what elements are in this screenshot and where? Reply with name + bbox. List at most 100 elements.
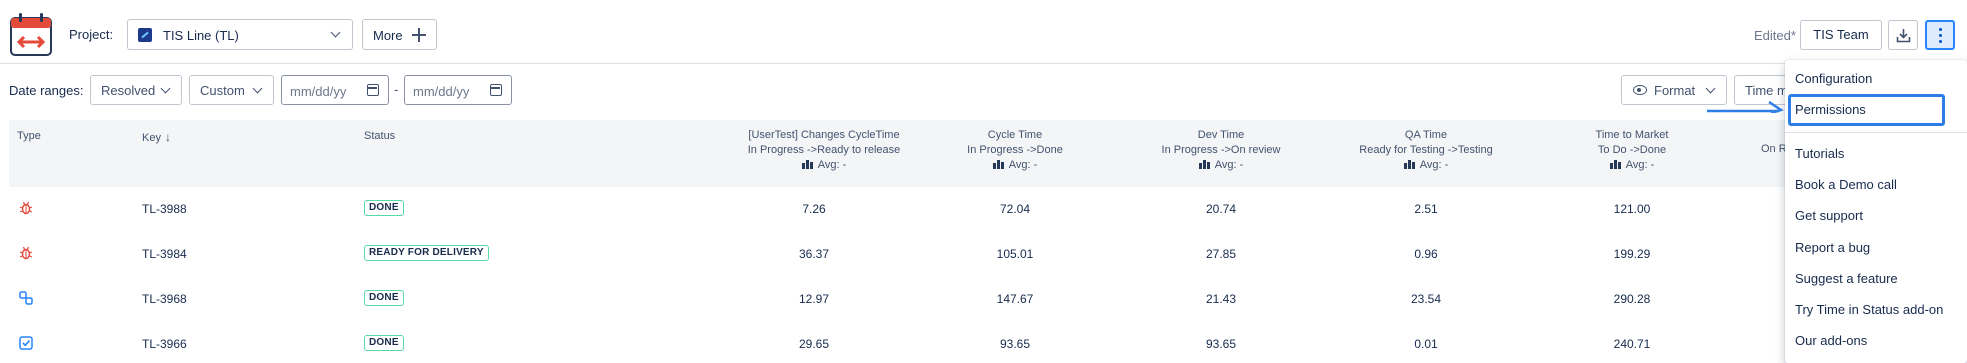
chevron-down-icon bbox=[1705, 83, 1716, 94]
kebab-dot-icon bbox=[1939, 40, 1942, 43]
menu-item-tutorials[interactable]: Tutorials bbox=[1795, 146, 1844, 161]
cell-value: 72.04 bbox=[999, 202, 1031, 216]
table-header: Type Key ↓ Status [UserTest] Changes Cycl… bbox=[9, 120, 1967, 187]
team-button[interactable]: TIS Team bbox=[1800, 20, 1882, 50]
table-row[interactable]: TL-3968 DONE 12.97 147.67 21.43 23.54 29… bbox=[9, 277, 1967, 322]
header-title: Dev Time bbox=[1197, 129, 1245, 141]
cell-value: 290.28 bbox=[1613, 292, 1651, 306]
menu-item-configuration[interactable]: Configuration bbox=[1795, 71, 1872, 86]
average-value: Avg: - bbox=[1625, 159, 1655, 171]
menu-item-get-support[interactable]: Get support bbox=[1795, 208, 1863, 223]
chevron-down-icon bbox=[252, 83, 263, 94]
header-title: Cycle Time bbox=[987, 129, 1043, 141]
header-subtitle: In Progress ->On review bbox=[1161, 144, 1281, 156]
more-options-button[interactable] bbox=[1925, 20, 1955, 50]
header-subtitle: To Do ->Done bbox=[1597, 144, 1667, 156]
column-header-key[interactable]: Key ↓ bbox=[142, 130, 171, 144]
cell-value: 2.51 bbox=[1414, 202, 1438, 216]
resolved-dropdown[interactable]: Resolved bbox=[90, 75, 182, 105]
cell-value: 27.85 bbox=[1205, 247, 1237, 261]
menu-item-suggest-feature[interactable]: Suggest a feature bbox=[1795, 271, 1898, 286]
cell-value: 36.37 bbox=[798, 247, 830, 261]
cell-value: 0.96 bbox=[1414, 247, 1438, 261]
date-from-placeholder: mm/dd/yy bbox=[290, 84, 347, 99]
plus-icon bbox=[412, 28, 426, 42]
menu-item-our-addons[interactable]: Our add-ons bbox=[1795, 333, 1867, 348]
column-header-status[interactable]: Status bbox=[364, 130, 395, 142]
issue-key-link[interactable]: TL-3988 bbox=[142, 202, 187, 216]
custom-dropdown[interactable]: Custom bbox=[189, 75, 274, 105]
project-icon bbox=[138, 28, 152, 42]
header-subtitle: In Progress ->Ready to release bbox=[747, 144, 901, 156]
project-label: Project: bbox=[69, 27, 114, 42]
cell-value: 147.67 bbox=[996, 292, 1034, 306]
chart-bars-icon bbox=[1198, 160, 1210, 169]
menu-divider bbox=[1785, 132, 1967, 133]
eye-icon bbox=[1633, 85, 1647, 95]
key-header-label: Key bbox=[142, 132, 161, 144]
issue-key-link[interactable]: TL-3966 bbox=[142, 337, 187, 351]
average-value: Avg: - bbox=[1214, 159, 1244, 171]
calendar-icon[interactable] bbox=[490, 84, 502, 96]
cell-value: 105.01 bbox=[996, 247, 1034, 261]
column-header-qa-time[interactable]: QA Time Ready for Testing ->Testing Avg:… bbox=[1326, 128, 1526, 173]
date-from-input[interactable]: mm/dd/yy bbox=[281, 75, 389, 105]
status-badge: DONE bbox=[364, 200, 404, 216]
cell-value: 0.01 bbox=[1414, 337, 1438, 351]
header-title: [UserTest] Changes CycleTime bbox=[748, 129, 900, 141]
column-header-cycle-time[interactable]: Cycle Time In Progress ->Done Avg: - bbox=[915, 128, 1115, 173]
column-header-partial[interactable]: On R bbox=[1761, 143, 1787, 155]
issue-key-link[interactable]: TL-3984 bbox=[142, 247, 187, 261]
table-row[interactable]: TL-3966 DONE 29.65 93.65 93.65 0.01 240.… bbox=[9, 322, 1967, 363]
download-icon bbox=[1896, 29, 1911, 43]
menu-item-try-time-in-status[interactable]: Try Time in Status add-on bbox=[1795, 302, 1943, 317]
date-separator: - bbox=[394, 82, 399, 97]
kebab-dot-icon bbox=[1939, 28, 1942, 31]
average-value: Avg: - bbox=[1008, 159, 1038, 171]
edited-indicator: Edited* bbox=[1754, 28, 1796, 43]
column-header-type[interactable]: Type bbox=[17, 130, 41, 142]
column-header-changes-cycle-time[interactable]: [UserTest] Changes CycleTime In Progress… bbox=[714, 128, 934, 173]
project-select[interactable]: TIS Line (TL) bbox=[127, 19, 353, 50]
menu-item-book-demo[interactable]: Book a Demo call bbox=[1795, 177, 1897, 192]
cell-value: 12.97 bbox=[798, 292, 830, 306]
column-header-dev-time[interactable]: Dev Time In Progress ->On review Avg: - bbox=[1121, 128, 1321, 173]
cell-value: 29.65 bbox=[798, 337, 830, 351]
header-title: QA Time bbox=[1404, 129, 1448, 141]
project-name: TIS Line (TL) bbox=[163, 28, 239, 43]
time-label: Time m bbox=[1745, 83, 1788, 98]
status-badge: DONE bbox=[364, 335, 404, 351]
average-value: Avg: - bbox=[817, 159, 847, 171]
more-label: More bbox=[373, 28, 403, 43]
date-ranges-label: Date ranges: bbox=[9, 83, 84, 98]
bug-icon bbox=[19, 201, 33, 215]
cell-value: 7.26 bbox=[802, 202, 826, 216]
more-button[interactable]: More bbox=[362, 19, 437, 50]
date-to-placeholder: mm/dd/yy bbox=[413, 84, 470, 99]
chart-bars-icon bbox=[1403, 160, 1415, 169]
format-label: Format bbox=[1654, 83, 1696, 98]
header-subtitle: In Progress ->Done bbox=[967, 144, 1063, 156]
cell-value: 23.54 bbox=[1410, 292, 1442, 306]
chevron-down-icon bbox=[330, 27, 341, 38]
menu-item-report-bug[interactable]: Report a bug bbox=[1795, 240, 1870, 255]
pointer-arrow-icon bbox=[1707, 100, 1784, 113]
chevron-down-icon bbox=[160, 83, 171, 94]
table-row[interactable]: TL-3984 READY FOR DELIVERY 36.37 105.01 … bbox=[9, 232, 1967, 277]
custom-label: Custom bbox=[200, 83, 245, 98]
cell-value: 21.43 bbox=[1205, 292, 1237, 306]
date-to-input[interactable]: mm/dd/yy bbox=[404, 75, 512, 105]
header-subtitle: Ready for Testing ->Testing bbox=[1359, 144, 1493, 156]
subtask-icon bbox=[19, 291, 33, 305]
top-bar: Project: TIS Line (TL) More Edited* TIS … bbox=[0, 0, 1967, 64]
sort-descending-icon: ↓ bbox=[164, 130, 171, 144]
issue-key-link[interactable]: TL-3968 bbox=[142, 292, 187, 306]
cell-value: 240.71 bbox=[1613, 337, 1651, 351]
table-row[interactable]: TL-3988 DONE 7.26 72.04 20.74 2.51 121.0… bbox=[9, 187, 1967, 232]
bug-icon bbox=[19, 246, 33, 260]
download-button[interactable] bbox=[1888, 20, 1918, 50]
status-badge: DONE bbox=[364, 290, 404, 306]
column-header-time-to-market[interactable]: Time to Market To Do ->Done Avg: - bbox=[1532, 128, 1732, 173]
status-badge: READY FOR DELIVERY bbox=[364, 245, 489, 261]
calendar-icon[interactable] bbox=[367, 84, 379, 96]
